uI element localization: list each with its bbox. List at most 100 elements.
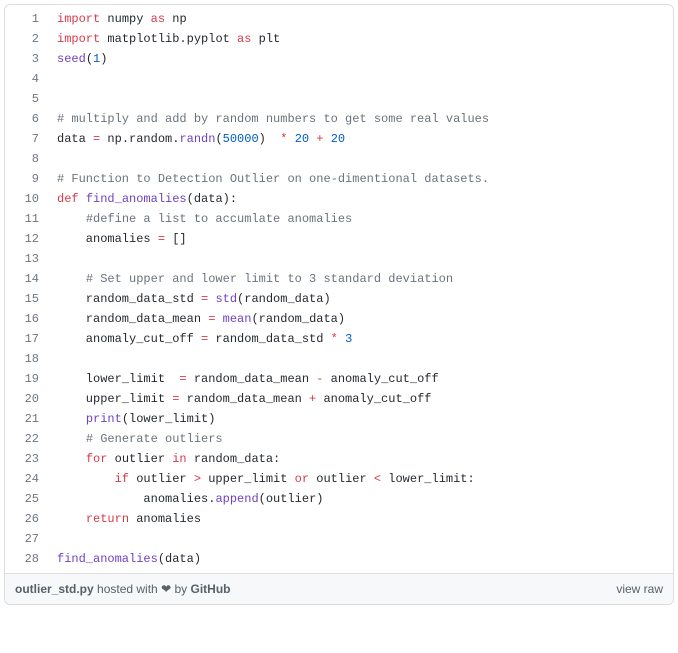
code-row: 10def find_anomalies(data): [5, 189, 673, 209]
code-token: anomalies. [57, 492, 215, 506]
line-number[interactable]: 3 [5, 49, 49, 69]
code-line[interactable]: random_data_mean = mean(random_data) [49, 309, 673, 329]
line-number[interactable]: 16 [5, 309, 49, 329]
code-line[interactable]: anomalies.append(outlier) [49, 489, 673, 509]
code-line[interactable]: anomaly_cut_off = random_data_std * 3 [49, 329, 673, 349]
line-number[interactable]: 13 [5, 249, 49, 269]
code-token: anomalies [57, 232, 158, 246]
code-line[interactable]: # Set upper and lower limit to 3 standar… [49, 269, 673, 289]
code-token: ( [158, 552, 165, 566]
code-token [57, 412, 86, 426]
code-line[interactable]: import numpy as np [49, 5, 673, 29]
code-token: data [194, 192, 223, 206]
code-line[interactable] [49, 349, 673, 369]
code-token: in [172, 452, 186, 466]
line-number[interactable]: 24 [5, 469, 49, 489]
line-number[interactable]: 1 [5, 5, 49, 29]
code-line[interactable] [49, 89, 673, 109]
code-line[interactable]: if outlier > upper_limit or outlier < lo… [49, 469, 673, 489]
code-line[interactable]: anomalies = [] [49, 229, 673, 249]
code-line[interactable]: #define a list to accumlate anomalies [49, 209, 673, 229]
code-line[interactable] [49, 529, 673, 549]
line-number[interactable]: 14 [5, 269, 49, 289]
code-token [57, 472, 115, 486]
code-row: 12 anomalies = [] [5, 229, 673, 249]
line-number[interactable]: 17 [5, 329, 49, 349]
code-line[interactable]: import matplotlib.pyplot as plt [49, 29, 673, 49]
code-row: 9# Function to Detection Outlier on one-… [5, 169, 673, 189]
code-row: 7data = np.random.randn(50000) * 20 + 20 [5, 129, 673, 149]
view-raw-link[interactable]: view raw [616, 582, 663, 596]
code-row: 5 [5, 89, 673, 109]
code-line[interactable] [49, 149, 673, 169]
line-number[interactable]: 27 [5, 529, 49, 549]
line-number[interactable]: 9 [5, 169, 49, 189]
code-token: data [165, 552, 194, 566]
line-number[interactable]: 20 [5, 389, 49, 409]
line-number[interactable]: 21 [5, 409, 49, 429]
code-token: return [86, 512, 129, 526]
line-number[interactable]: 26 [5, 509, 49, 529]
code-line[interactable]: lower_limit = random_data_mean - anomaly… [49, 369, 673, 389]
line-number[interactable]: 5 [5, 89, 49, 109]
code-token: find_anomalies [86, 192, 187, 206]
code-token: plt [251, 32, 280, 46]
code-token: < [374, 472, 381, 486]
code-line[interactable]: for outlier in random_data: [49, 449, 673, 469]
code-row: 23 for outlier in random_data: [5, 449, 673, 469]
code-token: + [316, 132, 323, 146]
code-token: ) [323, 292, 330, 306]
line-number[interactable]: 15 [5, 289, 49, 309]
meta-right: view raw [616, 582, 663, 596]
code-token: ( [259, 492, 266, 506]
line-number[interactable]: 2 [5, 29, 49, 49]
code-token: random_data_std [57, 292, 201, 306]
code-line[interactable]: random_data_std = std(random_data) [49, 289, 673, 309]
line-number[interactable]: 18 [5, 349, 49, 369]
code-row: 28find_anomalies(data) [5, 549, 673, 573]
line-number[interactable]: 22 [5, 429, 49, 449]
code-row: 1import numpy as np [5, 5, 673, 29]
code-line[interactable]: # Function to Detection Outlier on one-d… [49, 169, 673, 189]
line-number[interactable]: 10 [5, 189, 49, 209]
code-line[interactable] [49, 249, 673, 269]
filename-link[interactable]: outlier_std.py [15, 582, 94, 596]
line-number[interactable]: 7 [5, 129, 49, 149]
code-line[interactable]: return anomalies [49, 509, 673, 529]
line-number[interactable]: 8 [5, 149, 49, 169]
line-number[interactable]: 28 [5, 549, 49, 573]
gist-meta-bar: outlier_std.py hosted with ❤ by GitHub v… [5, 573, 673, 604]
code-line[interactable] [49, 69, 673, 89]
code-token [79, 192, 86, 206]
line-number[interactable]: 19 [5, 369, 49, 389]
code-line[interactable]: # multiply and add by random numbers to … [49, 109, 673, 129]
code-token: [] [165, 232, 187, 246]
line-number[interactable]: 6 [5, 109, 49, 129]
line-number[interactable]: 25 [5, 489, 49, 509]
code-line[interactable]: def find_anomalies(data): [49, 189, 673, 209]
code-token: random_data [259, 312, 338, 326]
line-number[interactable]: 23 [5, 449, 49, 469]
code-token [57, 452, 86, 466]
code-token: ( [122, 412, 129, 426]
code-row: 20 upper_limit = random_data_mean + anom… [5, 389, 673, 409]
code-token: = [158, 232, 165, 246]
code-line[interactable]: data = np.random.randn(50000) * 20 + 20 [49, 129, 673, 149]
code-line[interactable]: # Generate outliers [49, 429, 673, 449]
by-text: by [174, 582, 190, 596]
line-number[interactable]: 11 [5, 209, 49, 229]
host-link[interactable]: GitHub [191, 582, 231, 596]
code-line[interactable]: print(lower_limit) [49, 409, 673, 429]
code-line[interactable]: seed(1) [49, 49, 673, 69]
code-row: 6# multiply and add by random numbers to… [5, 109, 673, 129]
code-token: numpy [100, 12, 150, 26]
line-number[interactable]: 4 [5, 69, 49, 89]
code-token: for [86, 452, 108, 466]
code-line[interactable]: find_anomalies(data) [49, 549, 673, 573]
line-number[interactable]: 12 [5, 229, 49, 249]
code-row: 4 [5, 69, 673, 89]
code-table: 1import numpy as np2import matplotlib.py… [5, 5, 673, 573]
code-line[interactable]: upper_limit = random_data_mean + anomaly… [49, 389, 673, 409]
code-token [57, 212, 86, 226]
code-tbody: 1import numpy as np2import matplotlib.py… [5, 5, 673, 573]
